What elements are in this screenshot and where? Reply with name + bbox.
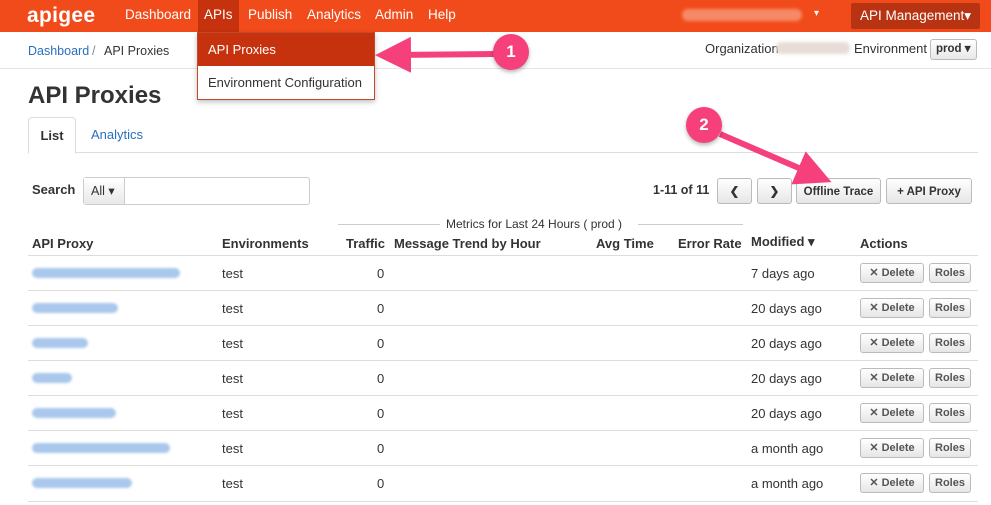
search-scope-select[interactable]: All ▾ [84, 178, 125, 204]
table-row: test 0 20 days ago ✕ Delete Roles [28, 290, 978, 326]
column-header-avg-time[interactable]: Avg Time [596, 236, 654, 251]
delete-button[interactable]: ✕ Delete [860, 298, 924, 318]
add-api-proxy-button[interactable]: + API Proxy [886, 178, 972, 204]
pager-count: 1-11 of 11 [653, 183, 710, 197]
traffic-cell: 0 [377, 476, 385, 491]
metrics-caption-rule-right [638, 224, 743, 225]
delete-button[interactable]: ✕ Delete [860, 368, 924, 388]
table-row: test 0 20 days ago ✕ Delete Roles [28, 395, 978, 431]
proxy-name-link-redacted[interactable] [32, 478, 132, 488]
tab-analytics[interactable]: Analytics [91, 127, 143, 142]
arrow-2-icon [718, 131, 832, 185]
breadcrumb-separator: / [92, 44, 96, 58]
metrics-caption: Metrics for Last 24 Hours ( prod ) [338, 217, 743, 231]
traffic-cell: 0 [377, 336, 385, 351]
nav-help[interactable]: Help [422, 0, 462, 32]
environment-cell: test [222, 406, 243, 421]
apis-dropdown-menu: API Proxies Environment Configuration [197, 32, 375, 100]
search-input[interactable] [126, 178, 308, 204]
delete-button[interactable]: ✕ Delete [860, 473, 924, 493]
pager-next-button[interactable]: ❯ [757, 178, 792, 204]
column-header-environments[interactable]: Environments [222, 236, 309, 251]
environment-cell: test [222, 441, 243, 456]
modified-cell: 7 days ago [751, 266, 815, 281]
organization-label: Organization [705, 41, 779, 56]
roles-button[interactable]: Roles [929, 438, 971, 458]
nav-publish[interactable]: Publish [242, 0, 298, 32]
modified-cell: 20 days ago [751, 371, 822, 386]
proxy-name-link-redacted[interactable] [32, 373, 72, 383]
offline-trace-button[interactable]: Offline Trace [796, 178, 881, 204]
nav-admin[interactable]: Admin [369, 0, 419, 32]
delete-button[interactable]: ✕ Delete [860, 403, 924, 423]
nav-dashboard[interactable]: Dashboard [119, 0, 197, 32]
table-row: test 0 a month ago ✕ Delete Roles [28, 430, 978, 466]
roles-button[interactable]: Roles [929, 263, 971, 283]
modified-cell: 20 days ago [751, 406, 822, 421]
environment-select[interactable]: prod ▾ [930, 39, 977, 60]
proxy-name-link-redacted[interactable] [32, 443, 170, 453]
environment-cell: test [222, 301, 243, 316]
modified-cell: 20 days ago [751, 336, 822, 351]
top-nav-bar: apigee Dashboard APIs Publish Analytics … [0, 0, 991, 32]
user-email-redacted[interactable] [682, 9, 802, 21]
traffic-cell: 0 [377, 441, 385, 456]
environment-cell: test [222, 336, 243, 351]
search-group: All ▾ [83, 177, 310, 205]
api-management-menu[interactable]: API Management▾ [851, 3, 981, 29]
search-label: Search [32, 182, 76, 197]
nav-analytics[interactable]: Analytics [301, 0, 367, 32]
nav-apis[interactable]: APIs [198, 0, 239, 32]
delete-button[interactable]: ✕ Delete [860, 263, 924, 283]
column-header-actions: Actions [860, 236, 908, 251]
menu-item-environment-configuration[interactable]: Environment Configuration [198, 66, 374, 99]
column-header-message-trend: Message Trend by Hour [394, 236, 541, 251]
apigee-logo[interactable]: apigee [27, 4, 95, 28]
environment-cell: test [222, 476, 243, 491]
roles-button[interactable]: Roles [929, 298, 971, 318]
roles-button[interactable]: Roles [929, 368, 971, 388]
modified-cell: a month ago [751, 476, 824, 491]
pager-prev-button[interactable]: ❮ [717, 178, 752, 204]
column-header-traffic[interactable]: Traffic [346, 236, 385, 251]
table-row: test 0 7 days ago ✕ Delete Roles [28, 255, 978, 291]
environment-cell: test [222, 266, 243, 281]
page-title: API Proxies [28, 82, 162, 109]
column-header-error-rate[interactable]: Error Rate [678, 236, 742, 251]
tabs-divider [28, 152, 978, 153]
modified-cell: 20 days ago [751, 301, 822, 316]
roles-button[interactable]: Roles [929, 403, 971, 423]
proxy-name-link-redacted[interactable] [32, 338, 88, 348]
metrics-caption-text: Metrics for Last 24 Hours ( prod ) [446, 217, 623, 231]
modified-cell: a month ago [751, 441, 824, 456]
proxy-name-link-redacted[interactable] [32, 303, 118, 313]
traffic-cell: 0 [377, 301, 385, 316]
breadcrumb-dashboard-link[interactable]: Dashboard [28, 44, 89, 58]
delete-button[interactable]: ✕ Delete [860, 333, 924, 353]
organization-name-redacted [776, 42, 850, 54]
metrics-caption-rule-left [338, 224, 440, 225]
tab-list[interactable]: List [28, 117, 76, 154]
table-row: test 0 a month ago ✕ Delete Roles [28, 465, 978, 502]
environment-cell: test [222, 371, 243, 386]
menu-item-api-proxies[interactable]: API Proxies [198, 33, 374, 66]
column-header-modified[interactable]: Modified ▾ [751, 234, 815, 250]
callout-badge-2: 2 [686, 107, 722, 143]
user-menu-caret-icon[interactable]: ▾ [814, 8, 819, 19]
roles-button[interactable]: Roles [929, 333, 971, 353]
delete-button[interactable]: ✕ Delete [860, 438, 924, 458]
traffic-cell: 0 [377, 266, 385, 281]
column-header-api-proxy[interactable]: API Proxy [32, 236, 93, 251]
table-row: test 0 20 days ago ✕ Delete Roles [28, 325, 978, 361]
environment-label: Environment [854, 41, 927, 56]
breadcrumb-current: API Proxies [104, 44, 170, 58]
traffic-cell: 0 [377, 371, 385, 386]
callout-badge-1: 1 [493, 34, 529, 70]
proxy-name-link-redacted[interactable] [32, 268, 180, 278]
traffic-cell: 0 [377, 406, 385, 421]
roles-button[interactable]: Roles [929, 473, 971, 493]
table-row: test 0 20 days ago ✕ Delete Roles [28, 360, 978, 396]
proxy-name-link-redacted[interactable] [32, 408, 116, 418]
